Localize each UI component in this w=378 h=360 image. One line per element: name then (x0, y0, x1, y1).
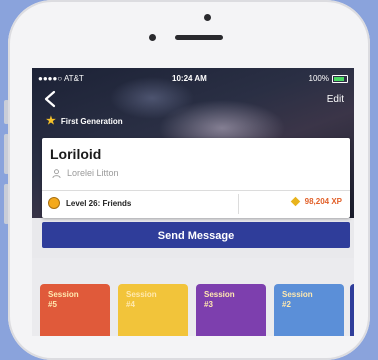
session-title: Session (126, 290, 157, 299)
gem-icon (290, 196, 300, 207)
phone-camera (149, 34, 156, 41)
profile-name: Loriloid (50, 146, 102, 162)
session-card[interactable]: Session #2 (274, 284, 344, 336)
status-time: 10:24 AM (172, 74, 207, 83)
session-card[interactable]: Session #3 (196, 284, 266, 336)
generation-badge: ★ First Generation (46, 116, 123, 127)
sessions-list: Session #5 Session #4 Session #3 Session… (32, 258, 354, 336)
send-message-button[interactable]: Send Message (42, 222, 350, 248)
session-number: #2 (282, 300, 291, 309)
user-icon (52, 168, 61, 178)
session-card-partial[interactable] (350, 284, 354, 336)
phone-sensor (204, 14, 211, 21)
xp-value: 98,204 XP (304, 197, 342, 206)
session-title: Session (204, 290, 235, 299)
badge-label: First Generation (60, 117, 123, 126)
carrier-label: ●●●●○ AT&T (38, 74, 84, 83)
session-number: #4 (126, 300, 135, 309)
app-screen: ●●●●○ AT&T 10:24 AM 100% Edit ★ First Ge… (32, 68, 354, 336)
stats-divider (238, 194, 239, 214)
profile-username: Lorelei Litton (67, 168, 119, 178)
session-number: #3 (204, 300, 213, 309)
battery-icon (332, 74, 348, 83)
session-title: Session (282, 290, 313, 299)
edit-button[interactable]: Edit (327, 94, 344, 105)
level-label: Level 26: Friends (66, 198, 132, 208)
star-icon: ★ (46, 115, 56, 127)
battery-status: 100% (309, 74, 348, 83)
medal-icon (48, 197, 60, 209)
phone-speaker (175, 35, 223, 40)
profile-card: Loriloid Lorelei Litton Level 26: Friend… (42, 138, 350, 218)
session-card[interactable]: Session #5 (40, 284, 110, 336)
xp-row: 98,204 XP (290, 196, 342, 207)
status-bar: ●●●●○ AT&T 10:24 AM 100% (32, 74, 354, 86)
level-row: Level 26: Friends (48, 197, 131, 209)
chevron-left-icon[interactable] (42, 90, 60, 108)
session-title: Session (48, 290, 79, 299)
session-number: #5 (48, 300, 57, 309)
session-card[interactable]: Session #4 (118, 284, 188, 336)
battery-percent: 100% (308, 74, 329, 83)
username-row: Lorelei Litton (52, 168, 119, 178)
card-divider (42, 190, 350, 191)
